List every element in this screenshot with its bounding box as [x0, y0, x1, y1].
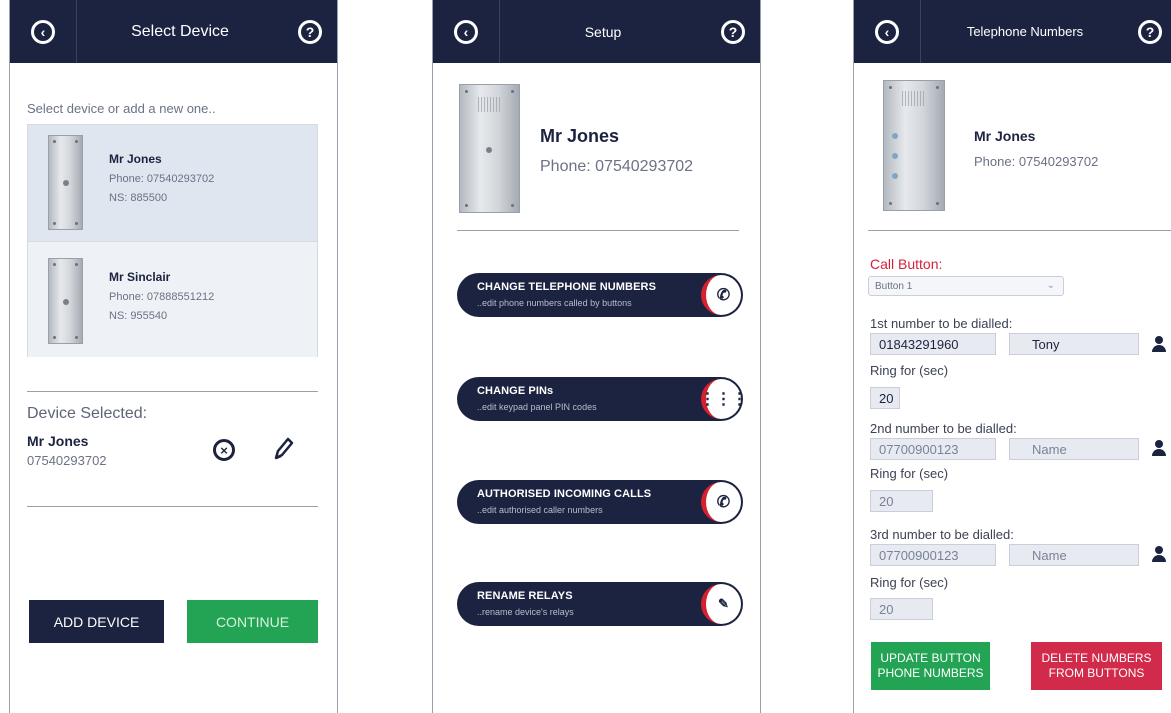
menu-label: RENAME RELAYS [477, 590, 573, 602]
divider [457, 230, 739, 231]
selected-device-name: Mr Jones [27, 433, 89, 449]
remove-device-icon[interactable]: × [213, 439, 235, 461]
intercom-panel-image [883, 80, 945, 211]
delete-numbers-from-buttons-button[interactable]: DELETE NUMBERS FROM BUTTONS [1031, 642, 1162, 690]
select-value: Button 1 [875, 280, 913, 292]
contact-icon[interactable] [1152, 336, 1166, 352]
ring-3-input[interactable]: 20 [870, 598, 933, 620]
menu-subtitle: ..edit phone numbers called by buttons [477, 298, 632, 308]
name-1-input[interactable]: Tony [1009, 333, 1139, 355]
device-selected-heading: Device Selected: [27, 405, 148, 422]
menu-label: AUTHORISED INCOMING CALLS [477, 488, 652, 500]
relay-edit-icon: ✎ [701, 584, 741, 624]
divider [27, 506, 318, 507]
page-title: Setup [584, 23, 622, 40]
device-phone: Phone: 07540293702 [540, 158, 694, 175]
device-name: Mr Jones [540, 126, 620, 146]
device-list: Mr Jones Phone: 07540293702 NS: 885500 M… [27, 124, 318, 357]
device-phone: Phone: 07540293702 [109, 173, 215, 185]
continue-button[interactable]: CONTINUE [187, 600, 318, 643]
ring-2-label: Ring for (sec) [870, 466, 949, 481]
select-prompt: Select device or add a new one.. [27, 101, 216, 116]
help-button[interactable]: ? [706, 0, 760, 63]
update-button-phone-numbers-button[interactable]: UPDATE BUTTON PHONE NUMBERS [871, 642, 990, 690]
number-3-label: 3rd number to be dialled: [870, 527, 1014, 542]
device-phone: Phone: 07888551212 [109, 291, 215, 303]
menu-subtitle: ..edit authorised caller numbers [477, 505, 603, 515]
name-3-input[interactable]: Name [1009, 544, 1139, 566]
page-title: Select Device [131, 22, 229, 40]
back-button[interactable]: ‹ [433, 0, 500, 63]
telephone-numbers-screen: ‹ Telephone Numbers ? Mr Jones Phone: 07… [853, 0, 1171, 713]
rename-relays-button[interactable]: RENAME RELAYS ..rename device's relays ✎ [457, 582, 743, 626]
phone-switch-icon: ✆ [701, 275, 741, 315]
device-name: Mr Sinclair [109, 270, 171, 284]
intercom-panel-image [48, 258, 83, 344]
help-button[interactable]: ? [283, 0, 337, 63]
chevron-down-icon: ⌄ [1046, 280, 1055, 291]
edit-pencil-icon[interactable] [272, 436, 294, 462]
top-bar: ‹ Telephone Numbers ? [854, 0, 1171, 63]
name-2-input[interactable]: Name [1009, 438, 1139, 460]
contact-icon[interactable] [1152, 440, 1166, 456]
device-ns: NS: 955540 [109, 310, 168, 322]
back-arrow-icon: ‹ [454, 19, 478, 44]
add-device-button[interactable]: ADD DEVICE [29, 600, 164, 643]
menu-label: CHANGE PINs [477, 385, 554, 397]
page-title: Telephone Numbers [966, 24, 1084, 39]
divider [27, 391, 318, 392]
top-bar: ‹ Select Device ? [10, 0, 337, 63]
back-arrow-icon: ‹ [875, 19, 899, 44]
top-bar: ‹ Setup ? [433, 0, 760, 63]
device-name: Mr Jones [109, 152, 162, 166]
device-name: Mr Jones [974, 128, 1036, 144]
number-1-input[interactable]: 01843291960 [870, 333, 996, 355]
device-phone: Phone: 07540293702 [974, 154, 1099, 169]
setup-screen: ‹ Setup ? Mr Jones Phone: 07540293702 CH… [432, 0, 761, 713]
number-1-label: 1st number to be dialled: [870, 316, 1013, 331]
ring-3-label: Ring for (sec) [870, 575, 949, 590]
intercom-panel-image [48, 135, 83, 230]
contact-icon[interactable] [1152, 546, 1166, 562]
menu-subtitle: ..edit keypad panel PIN codes [477, 402, 597, 412]
menu-subtitle: ..rename device's relays [477, 607, 574, 617]
selected-device-phone: 07540293702 [27, 453, 107, 468]
number-3-input[interactable]: 07700900123 [870, 544, 996, 566]
change-pins-button[interactable]: CHANGE PINs ..edit keypad panel PIN code… [457, 377, 748, 421]
ring-1-input[interactable]: 20 [870, 387, 900, 409]
phone-switch-icon: ✆ [701, 482, 741, 522]
call-button-select[interactable]: Button 1 ⌄ [868, 276, 1064, 296]
back-button[interactable]: ‹ [854, 0, 921, 63]
help-icon: ? [721, 19, 745, 44]
back-button[interactable]: ‹ [10, 0, 77, 63]
device-item-mr-jones[interactable]: Mr Jones Phone: 07540293702 NS: 885500 [28, 125, 317, 241]
call-button-label: Call Button: [870, 256, 943, 272]
menu-label: CHANGE TELEPHONE NUMBERS [477, 281, 657, 293]
ring-2-input[interactable]: 20 [870, 490, 933, 512]
back-arrow-icon: ‹ [31, 19, 55, 44]
keypad-icon: ⋮⋮⋮ [700, 379, 748, 419]
intercom-panel-image [459, 84, 520, 213]
change-telephone-numbers-button[interactable]: CHANGE TELEPHONE NUMBERS ..edit phone nu… [457, 273, 743, 317]
number-2-input[interactable]: 07700900123 [870, 438, 996, 460]
number-2-label: 2nd number to be dialled: [870, 421, 1017, 436]
help-icon: ? [1138, 19, 1162, 44]
help-button[interactable]: ? [1129, 0, 1171, 63]
authorised-incoming-calls-button[interactable]: AUTHORISED INCOMING CALLS ..edit authori… [457, 480, 743, 524]
select-device-screen: ‹ Select Device ? Select device or add a… [9, 0, 338, 713]
device-item-mr-sinclair[interactable]: Mr Sinclair Phone: 07888551212 NS: 95554… [28, 241, 317, 357]
divider [868, 230, 1171, 231]
device-ns: NS: 885500 [109, 192, 168, 204]
help-icon: ? [298, 19, 322, 44]
ring-1-label: Ring for (sec) [870, 363, 949, 378]
